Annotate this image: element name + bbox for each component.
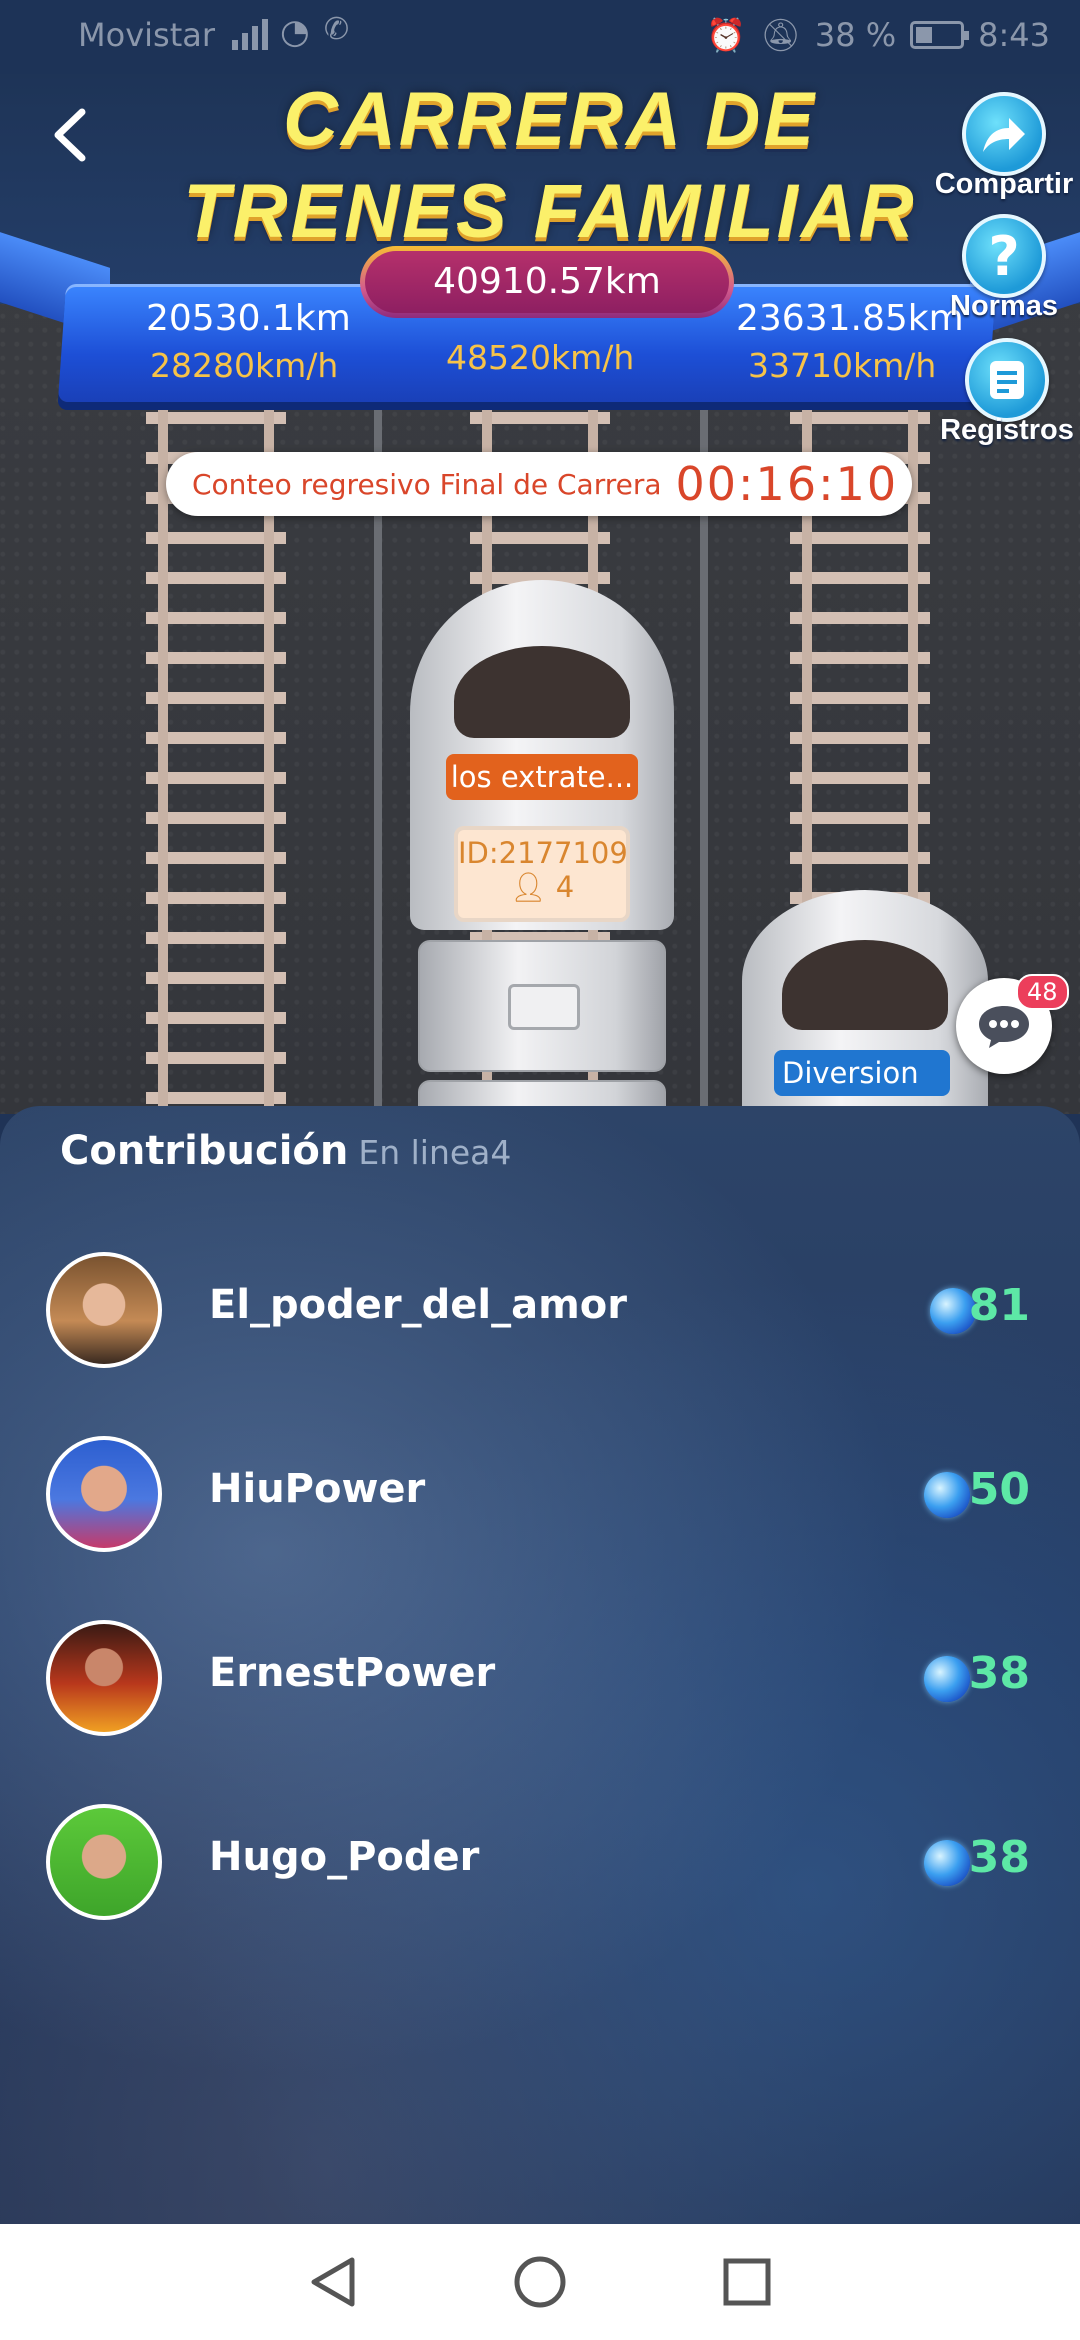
rules-label: Normas xyxy=(950,290,1058,322)
gem-icon xyxy=(924,1840,970,1886)
center-speed: 48520km/h xyxy=(446,338,635,377)
nav-back-button[interactable] xyxy=(303,2252,363,2312)
status-bar: Movistar ◔ ✆ ⏰ 🔕︎ 38 % 8:43 xyxy=(0,0,1080,74)
circle-home-icon xyxy=(514,2256,566,2308)
contributor-row[interactable]: El_poder_del_amor 81 xyxy=(46,1252,1036,1368)
rules-button[interactable]: ? Normas xyxy=(934,214,1074,323)
total-distance: 40910.57km xyxy=(365,251,729,313)
countdown-label: Conteo regresivo Final de Carrera xyxy=(192,467,662,501)
chat-icon xyxy=(979,1006,1029,1048)
carrier-name: Movistar xyxy=(78,16,215,54)
contribution-title: Contribución xyxy=(60,1128,349,1174)
train-team-name: Diversion ... xyxy=(774,1050,950,1114)
member-count: 4 xyxy=(555,870,575,904)
system-nav-bar xyxy=(0,2224,1080,2340)
nav-home-button[interactable] xyxy=(510,2252,570,2312)
countdown-time: 00:16:10 xyxy=(675,457,899,511)
back-button[interactable] xyxy=(46,100,96,170)
online-count: En linea4 xyxy=(358,1133,512,1172)
chat-badge: 48 xyxy=(1016,974,1069,1010)
alarm-icon: ⏰ xyxy=(706,16,747,54)
contributor-score: 81 xyxy=(968,1280,1030,1331)
records-label: Registros xyxy=(940,414,1074,446)
user-icon: 👤︎ xyxy=(509,870,547,904)
train-members: 👤︎ 4 xyxy=(458,870,626,905)
contributor-score: 50 xyxy=(968,1464,1030,1515)
contributor-score: 38 xyxy=(968,1832,1030,1883)
contributor-name: ErnestPower xyxy=(209,1650,496,1696)
square-recents-icon xyxy=(723,2258,771,2306)
left-distance: 20530.1km xyxy=(146,298,351,339)
nav-recents-button[interactable] xyxy=(717,2252,777,2312)
mute-icon: 🔕︎ xyxy=(760,16,801,54)
train-id-box: ID:2177109 👤︎ 4 xyxy=(454,826,630,922)
gem-icon xyxy=(924,1656,970,1702)
triangle-back-icon xyxy=(311,2257,355,2307)
contributor-name: Hugo_Poder xyxy=(209,1834,480,1880)
question-icon: ? xyxy=(962,214,1046,298)
avatar xyxy=(46,1252,162,1368)
title-line-2: TRENES FAMILIAR xyxy=(183,169,917,254)
page-title: CARRERA DE TRENES FAMILIAR xyxy=(180,74,920,258)
whatsapp-icon: ✆ xyxy=(324,12,350,47)
contributor-row[interactable]: ErnestPower 38 xyxy=(46,1620,1036,1736)
wifi-icon: ◔ xyxy=(280,12,310,52)
right-speed: 33710km/h xyxy=(748,346,937,385)
contributor-name: HiuPower xyxy=(209,1466,426,1512)
signal-icon xyxy=(232,14,268,50)
chevron-left-icon xyxy=(54,108,86,162)
contributor-row[interactable]: Hugo_Poder 38 xyxy=(46,1804,1036,1920)
clock: 8:43 xyxy=(978,16,1050,54)
countdown-bar: Conteo regresivo Final de Carrera 00:16:… xyxy=(166,452,912,516)
train-center[interactable]: los extrate... ID:2177109 👤︎ 4 xyxy=(410,580,674,1114)
train-car xyxy=(418,940,666,1072)
records-list-icon xyxy=(965,338,1049,422)
battery-icon xyxy=(910,21,970,49)
contributor-score: 38 xyxy=(968,1648,1030,1699)
contribution-panel: Contribución En linea4 El_poder_del_amor … xyxy=(0,1106,1080,2224)
contributor-row[interactable]: HiuPower 50 xyxy=(46,1436,1036,1552)
train-id: ID:2177109 xyxy=(458,836,628,870)
avatar xyxy=(46,1436,162,1552)
title-line-1: CARRERA DE xyxy=(283,77,817,162)
share-arrow-icon xyxy=(962,92,1046,176)
battery-percent: 38 % xyxy=(814,16,897,54)
panel-header: Contribución En linea4 xyxy=(60,1128,511,1174)
train-team-name: los extrate... xyxy=(446,754,638,800)
contributor-name: El_poder_del_amor xyxy=(209,1282,627,1328)
train-right[interactable]: Diversion ... xyxy=(742,890,988,1114)
avatar xyxy=(46,1620,162,1736)
avatar xyxy=(46,1804,162,1920)
share-button[interactable]: Compartir xyxy=(934,92,1074,201)
share-label: Compartir xyxy=(934,168,1074,200)
race-track-area: 40910.57km 20530.1km 28280km/h 48520km/h… xyxy=(0,74,1080,1114)
right-distance: 23631.85km xyxy=(736,298,964,339)
records-button[interactable]: Registros xyxy=(934,338,1080,447)
gem-icon xyxy=(924,1472,970,1518)
left-speed: 28280km/h xyxy=(150,346,339,385)
